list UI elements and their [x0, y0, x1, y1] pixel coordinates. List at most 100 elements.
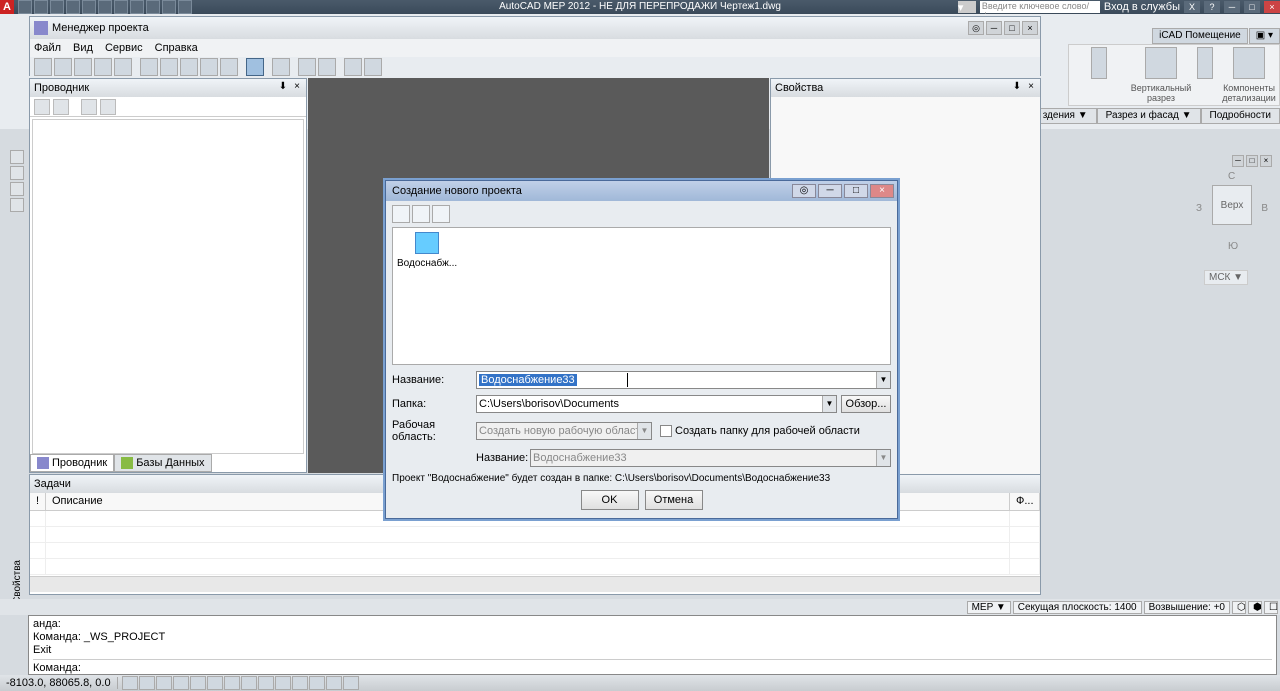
pm-menu-service[interactable]: Сервис	[105, 42, 143, 54]
ribbon-bottom-2[interactable]: Разрез и фасад ▼	[1097, 108, 1201, 124]
pm-menu-view[interactable]: Вид	[73, 42, 93, 54]
left-vertical-props[interactable]: Свойства	[12, 560, 23, 604]
view-small-icon[interactable]	[412, 205, 430, 223]
workspace-select[interactable]: Создать новую рабочую область ▼	[476, 422, 652, 440]
pm-open-icon[interactable]	[54, 58, 72, 76]
pm-tool4-icon[interactable]	[200, 58, 218, 76]
dialog-help-button[interactable]: ◎	[792, 184, 816, 198]
name-input[interactable]: Водоснабжение33 ▼	[476, 371, 891, 389]
pm-export-icon[interactable]	[114, 58, 132, 76]
snap-icon[interactable]	[122, 676, 138, 690]
ribbon-bottom-3[interactable]: Подробности	[1201, 108, 1280, 124]
pm-tool8-icon[interactable]	[318, 58, 336, 76]
template-item-water[interactable]: Водоснабж...	[397, 232, 457, 269]
workspace-dropdown-icon[interactable]: ▼	[637, 423, 651, 439]
vc-north[interactable]: С	[1228, 171, 1235, 182]
create-folder-checkbox[interactable]: Создать папку для рабочей области	[660, 425, 860, 437]
ribbon-bottom-1[interactable]: здения ▼	[1034, 108, 1097, 124]
vc-east[interactable]: В	[1261, 203, 1268, 214]
search-input[interactable]: Введите ключевое слово/фразу	[980, 1, 1100, 13]
left-tab3[interactable]	[10, 182, 24, 196]
explorer-tab-db[interactable]: Базы Данных	[114, 454, 211, 472]
pm-min-button[interactable]: ─	[986, 21, 1002, 35]
props-close-icon[interactable]: ×	[1024, 81, 1038, 95]
browse-button[interactable]: Обзор...	[841, 395, 891, 413]
explorer-pin-icon[interactable]: ⬇	[276, 81, 290, 95]
grid-icon[interactable]	[139, 676, 155, 690]
am-icon[interactable]	[343, 676, 359, 690]
3dosnap-icon[interactable]	[207, 676, 223, 690]
qat-undo-icon[interactable]	[98, 0, 112, 14]
close-button[interactable]: ×	[1264, 1, 1280, 13]
pm-tool7-icon[interactable]	[298, 58, 316, 76]
pm-tool-active-icon[interactable]	[246, 58, 264, 76]
pm-titlebar[interactable]: Менеджер проекта ◎ ─ □ ×	[30, 17, 1040, 39]
app-logo[interactable]: A	[0, 0, 14, 14]
vc-south[interactable]: Ю	[1228, 241, 1238, 252]
wcs-selector[interactable]: МСК ▼	[1204, 270, 1248, 285]
qat-save-icon[interactable]	[50, 0, 64, 14]
ribbon-tab-room[interactable]: iCAD Помещение	[1152, 28, 1248, 44]
qat-misc3-icon[interactable]	[162, 0, 176, 14]
view-large-icon[interactable]	[392, 205, 410, 223]
explorer-header[interactable]: Проводник ⬇ ×	[30, 79, 306, 97]
ribbon-panel-section[interactable]: Вертикальный разрез	[1131, 45, 1191, 105]
tasks-col-f[interactable]: Ф...	[1010, 493, 1040, 510]
ortho-icon[interactable]	[156, 676, 172, 690]
pm-tool1-icon[interactable]	[140, 58, 158, 76]
infocenter-dropdown[interactable]: ▾	[958, 1, 976, 13]
vc-min-icon[interactable]: ─	[1232, 155, 1244, 167]
left-tab1[interactable]	[10, 150, 24, 164]
pm-tool10-icon[interactable]	[364, 58, 382, 76]
ribbon-tab-more[interactable]: ▣ ▾	[1249, 28, 1280, 44]
qat-redo-icon[interactable]	[114, 0, 128, 14]
qat-misc1-icon[interactable]	[130, 0, 144, 14]
dyn-icon[interactable]	[258, 676, 274, 690]
qat-open-icon[interactable]	[34, 0, 48, 14]
cancel-button[interactable]: Отмена	[645, 490, 703, 510]
status-icon1[interactable]: ⬡	[1232, 601, 1246, 614]
exp-toggle1-icon[interactable]	[34, 99, 50, 115]
cmd-prompt[interactable]: Команда:	[33, 659, 1272, 675]
otrack-icon[interactable]	[224, 676, 240, 690]
command-window[interactable]: анда: Команда: _WS_PROJECT Exit Команда:	[28, 615, 1277, 675]
status-cutplane[interactable]: Секущая плоскость: 1400	[1013, 601, 1142, 614]
ducs-icon[interactable]	[241, 676, 257, 690]
status-icon2[interactable]: ⬢	[1248, 601, 1262, 614]
pm-tool9-icon[interactable]	[344, 58, 362, 76]
vc-west[interactable]: З	[1196, 203, 1202, 214]
folder-input[interactable]: C:\Users\borisov\Documents ▼	[476, 395, 837, 413]
pm-menu-file[interactable]: Файл	[34, 42, 61, 54]
exchange-icon[interactable]: X	[1184, 1, 1200, 13]
status-icon3[interactable]: ☐	[1264, 601, 1278, 614]
dialog-min-button[interactable]: ─	[818, 184, 842, 198]
explorer-tree[interactable]	[32, 119, 304, 454]
tasks-list[interactable]	[30, 511, 1040, 576]
exp-sort-icon[interactable]	[53, 99, 69, 115]
pm-folder-icon[interactable]	[74, 58, 92, 76]
login-link[interactable]: Вход в службы	[1104, 1, 1180, 13]
tasks-col-bang[interactable]: !	[30, 493, 46, 510]
exp-up-icon[interactable]	[81, 99, 97, 115]
status-mep[interactable]: MEP ▼	[967, 601, 1011, 614]
pm-close-button[interactable]: ×	[1022, 21, 1038, 35]
explorer-close-icon[interactable]: ×	[290, 81, 304, 95]
osnap-icon[interactable]	[190, 676, 206, 690]
viewcube-face[interactable]: Верх	[1212, 185, 1252, 225]
pm-tool5-icon[interactable]	[220, 58, 238, 76]
template-list[interactable]: Водоснабж...	[392, 227, 891, 365]
status-elevation[interactable]: Возвышение: +0	[1144, 601, 1230, 614]
sc-icon[interactable]	[326, 676, 342, 690]
lwt-icon[interactable]	[275, 676, 291, 690]
explorer-tab-explorer[interactable]: Проводник	[30, 454, 114, 472]
arrow-right-icon[interactable]	[1091, 47, 1107, 79]
tpy-icon[interactable]	[292, 676, 308, 690]
minimize-button[interactable]: ─	[1224, 1, 1240, 13]
vc-close-icon[interactable]: ×	[1260, 155, 1272, 167]
pm-max-button[interactable]: □	[1004, 21, 1020, 35]
dialog-close-button[interactable]: ×	[870, 184, 894, 198]
maximize-button[interactable]: □	[1244, 1, 1260, 13]
pm-menu-help[interactable]: Справка	[155, 42, 198, 54]
qat-new-icon[interactable]	[18, 0, 32, 14]
props-pin-icon[interactable]: ⬇	[1010, 81, 1024, 95]
